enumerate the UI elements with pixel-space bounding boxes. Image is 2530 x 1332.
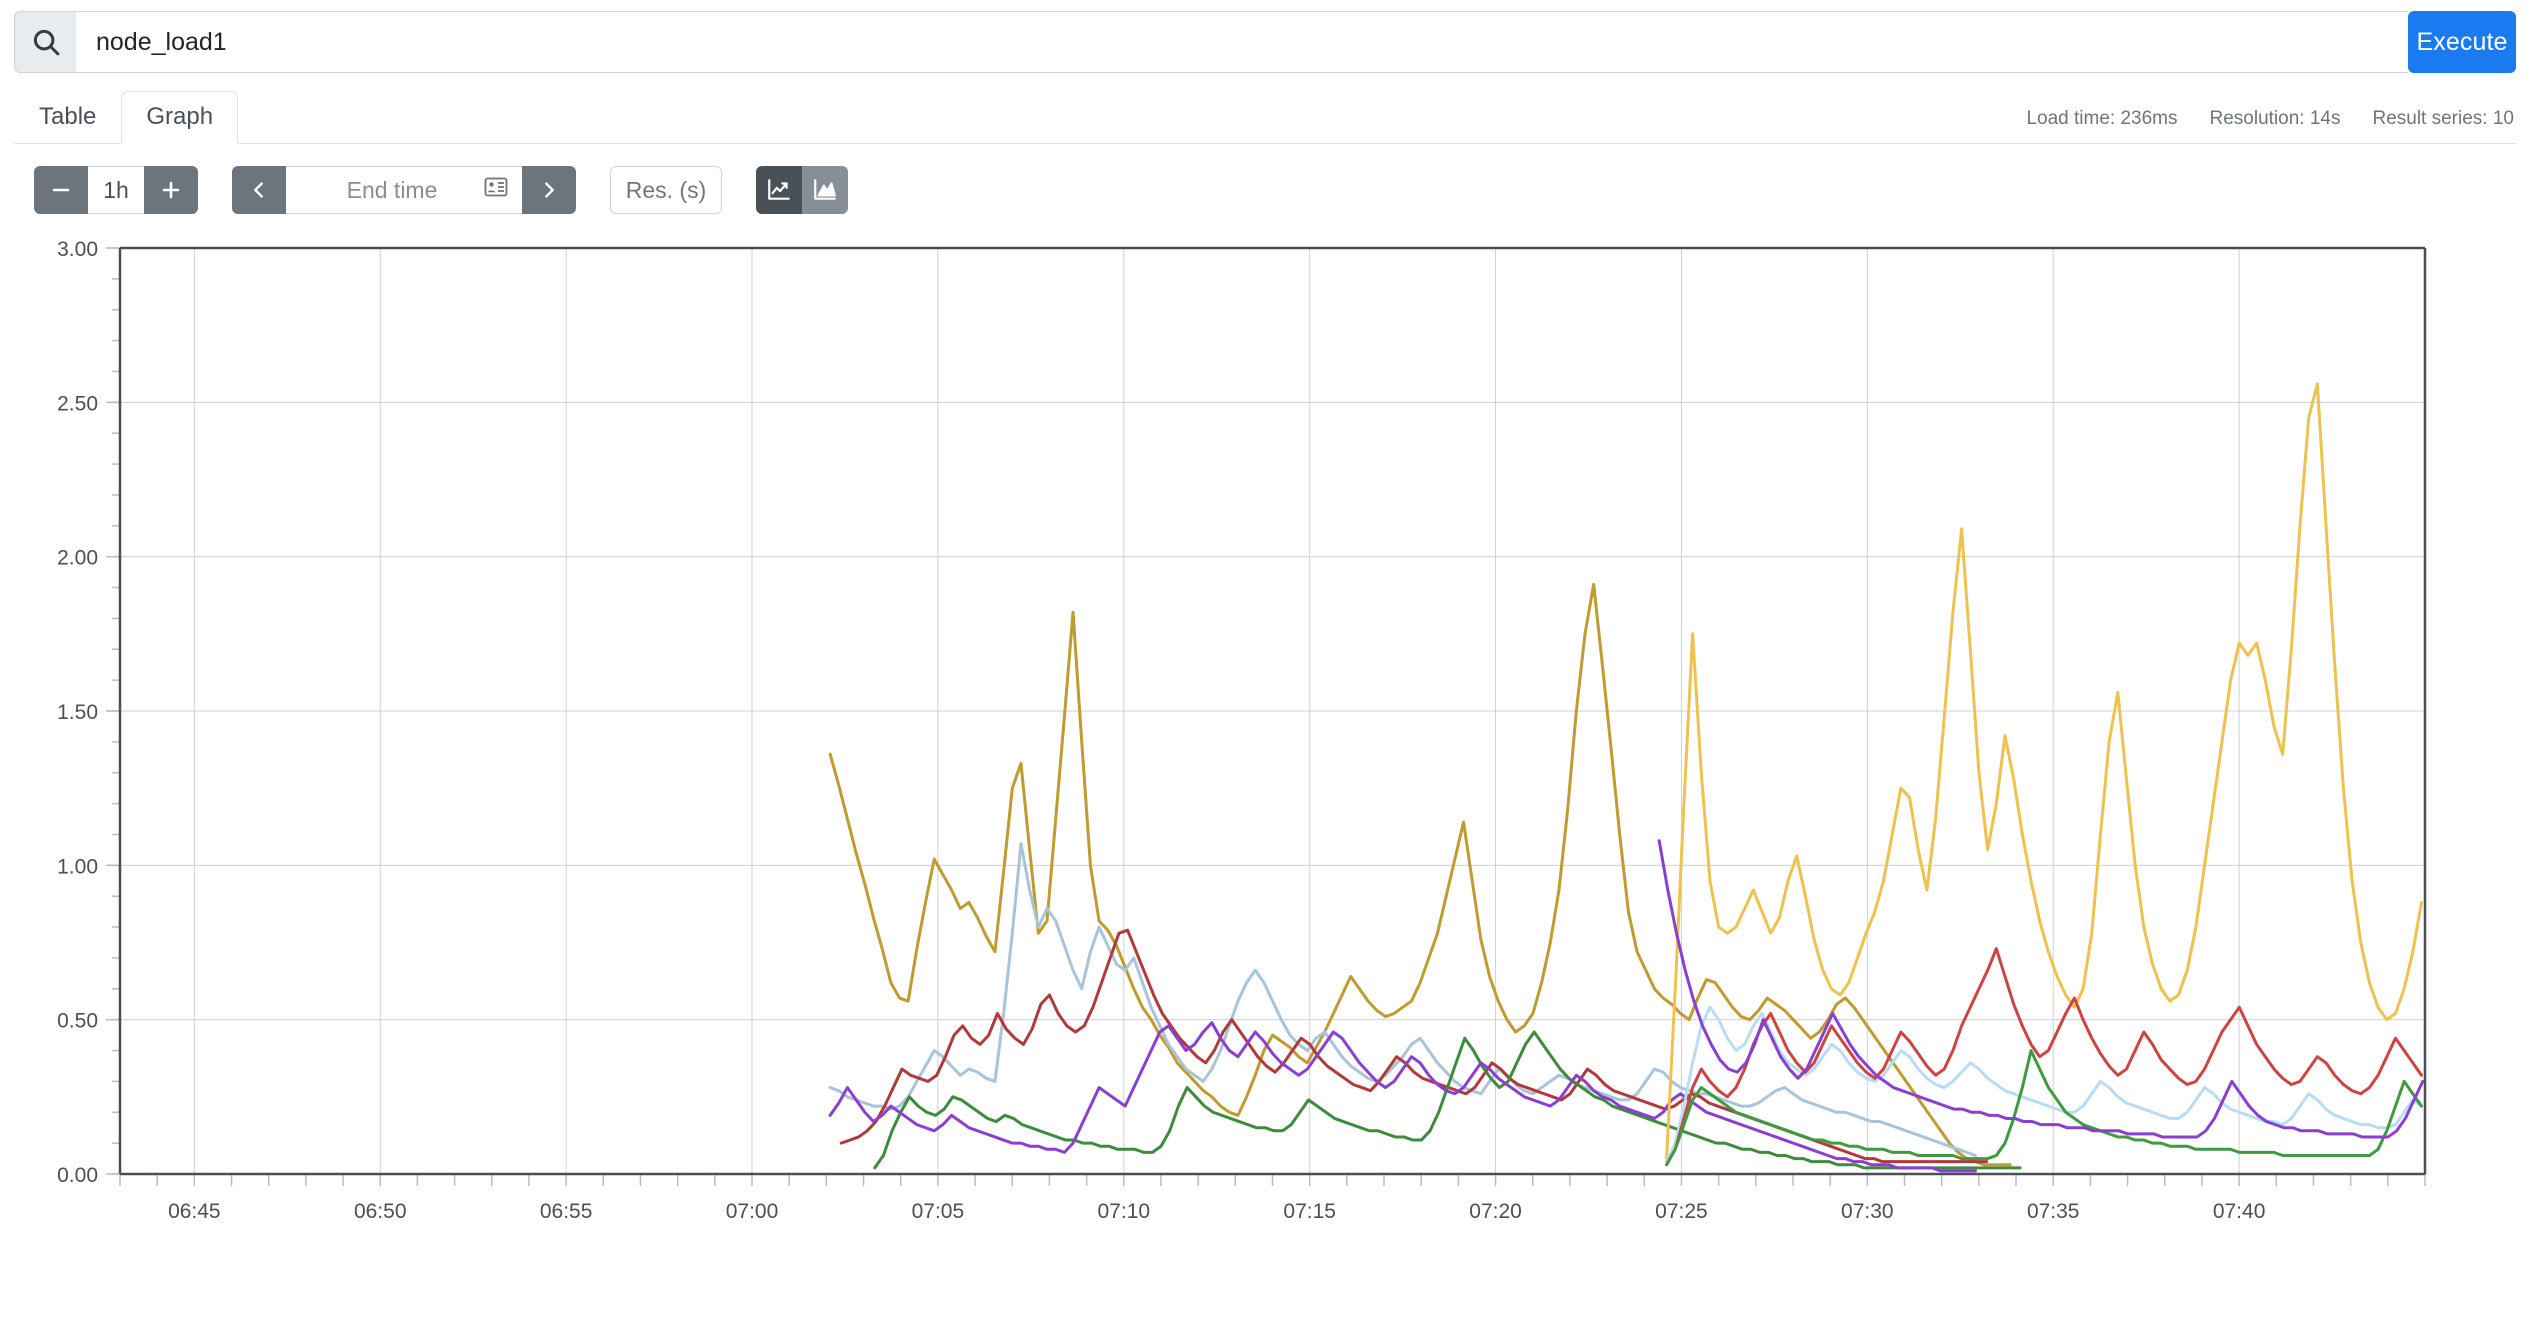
chart-series-line: [1665, 382, 2423, 1161]
tab-graph[interactable]: Graph: [121, 91, 239, 144]
range-control-group: 1h: [34, 166, 198, 214]
graph-panel: 0.00 0.50 1.00 1.50 2.00 2.50 3.00 06:45 06:50 06…: [0, 220, 2530, 1240]
y-axis-label: 2.50: [57, 392, 98, 415]
x-axis-label: 06:55: [540, 1200, 593, 1223]
range-input[interactable]: 1h: [88, 166, 144, 214]
x-axis-label: 07:25: [1655, 1200, 1708, 1223]
resolution-stat: Resolution: 14s: [2209, 108, 2341, 129]
y-axis-label: 1.50: [57, 701, 98, 724]
chart-series-line: [839, 928, 1989, 1164]
x-axis-label: 06:45: [168, 1200, 221, 1223]
line-chart-icon[interactable]: [756, 166, 802, 214]
query-stats: Load time: 236ms Resolution: 14s Result …: [2026, 108, 2514, 130]
query-input[interactable]: [76, 11, 2408, 73]
y-axis-label: 0.00: [57, 1164, 98, 1187]
decrease-range-button[interactable]: [34, 166, 88, 214]
x-axis-label: 07:35: [2027, 1200, 2080, 1223]
query-bar: Execute: [14, 11, 2516, 73]
y-axis-label: 1.00: [57, 855, 98, 878]
end-time-input[interactable]: End time: [286, 166, 522, 214]
increase-range-button[interactable]: [144, 166, 198, 214]
execute-button[interactable]: Execute: [2408, 11, 2516, 73]
tab-table[interactable]: Table: [14, 91, 121, 144]
x-axis-label: 07:20: [1469, 1200, 1522, 1223]
x-axis-label: 07:15: [1283, 1200, 1336, 1223]
x-axis-label: 07:00: [726, 1200, 779, 1223]
x-axis-label: 06:50: [354, 1200, 407, 1223]
x-axis-label: 07:05: [912, 1200, 965, 1223]
resolution-input[interactable]: [610, 166, 722, 214]
chart-type-toggle-group: [756, 166, 848, 214]
next-time-button[interactable]: [522, 166, 576, 214]
end-time-control-group: End time: [232, 166, 576, 214]
end-time-placeholder: End time: [346, 176, 438, 203]
previous-time-button[interactable]: [232, 166, 286, 214]
x-axis-label: 07:30: [1841, 1200, 1894, 1223]
load-time-stat: Load time: 236ms: [2026, 108, 2178, 129]
search-icon: [14, 11, 76, 73]
result-series-stat: Result series: 10: [2372, 108, 2514, 129]
stacked-area-chart-icon[interactable]: [802, 166, 848, 214]
y-axis-label: 3.00: [57, 238, 98, 261]
calendar-icon[interactable]: [484, 176, 508, 204]
load-chart[interactable]: 0.00 0.50 1.00 1.50 2.00 2.50 3.00 06:45 06:50 06…: [0, 220, 2530, 1240]
y-axis-label: 2.00: [57, 547, 98, 570]
result-tabs: Table Graph Load time: 236ms Resolution:…: [14, 91, 2516, 144]
x-axis-label: 07:40: [2213, 1200, 2266, 1223]
x-axis-label: 07:10: [1098, 1200, 1151, 1223]
graph-toolbar: 1h End time: [34, 166, 2530, 214]
y-axis-label: 0.50: [57, 1010, 98, 1033]
chart-series-line: [828, 1021, 1977, 1173]
